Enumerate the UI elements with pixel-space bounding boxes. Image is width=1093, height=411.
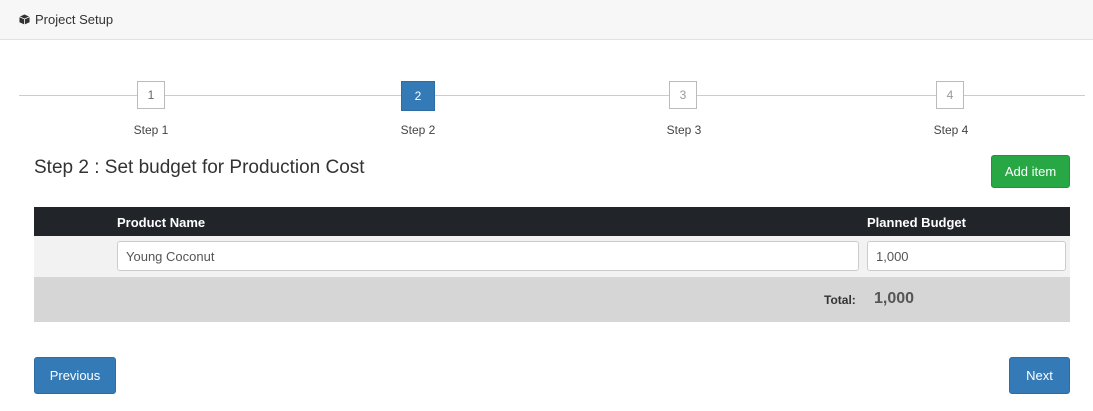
table-header: Product Name Planned Budget: [34, 207, 1070, 236]
step-4-button[interactable]: 4: [936, 81, 964, 109]
page-title: Project Setup: [35, 12, 114, 27]
top-bar: Project Setup: [0, 0, 1093, 40]
step-4-label: Step 4: [933, 123, 969, 137]
section-heading: Step 2 : Set budget for Production Cost: [34, 157, 365, 178]
table-row: [34, 236, 1070, 277]
step-1-button[interactable]: 1: [137, 81, 165, 109]
total-row: Total: 1,000: [34, 277, 1070, 322]
step-2-button[interactable]: 2: [401, 81, 435, 111]
next-button[interactable]: Next: [1009, 357, 1070, 394]
stepper-line: [19, 95, 1085, 96]
step-3-button[interactable]: 3: [669, 81, 697, 109]
previous-button[interactable]: Previous: [34, 357, 116, 394]
total-value: 1,000: [874, 290, 915, 307]
planned-budget-input[interactable]: [867, 241, 1066, 271]
column-header-product-name: Product Name: [117, 215, 206, 230]
column-header-planned-budget: Planned Budget: [867, 215, 966, 230]
cube-icon: [19, 14, 30, 25]
step-1-label: Step 1: [133, 123, 169, 137]
total-label: Total:: [824, 293, 856, 307]
add-item-button[interactable]: Add item: [991, 155, 1070, 188]
step-2-label: Step 2: [400, 123, 436, 137]
product-name-input[interactable]: [117, 241, 859, 271]
step-3-label: Step 3: [666, 123, 702, 137]
